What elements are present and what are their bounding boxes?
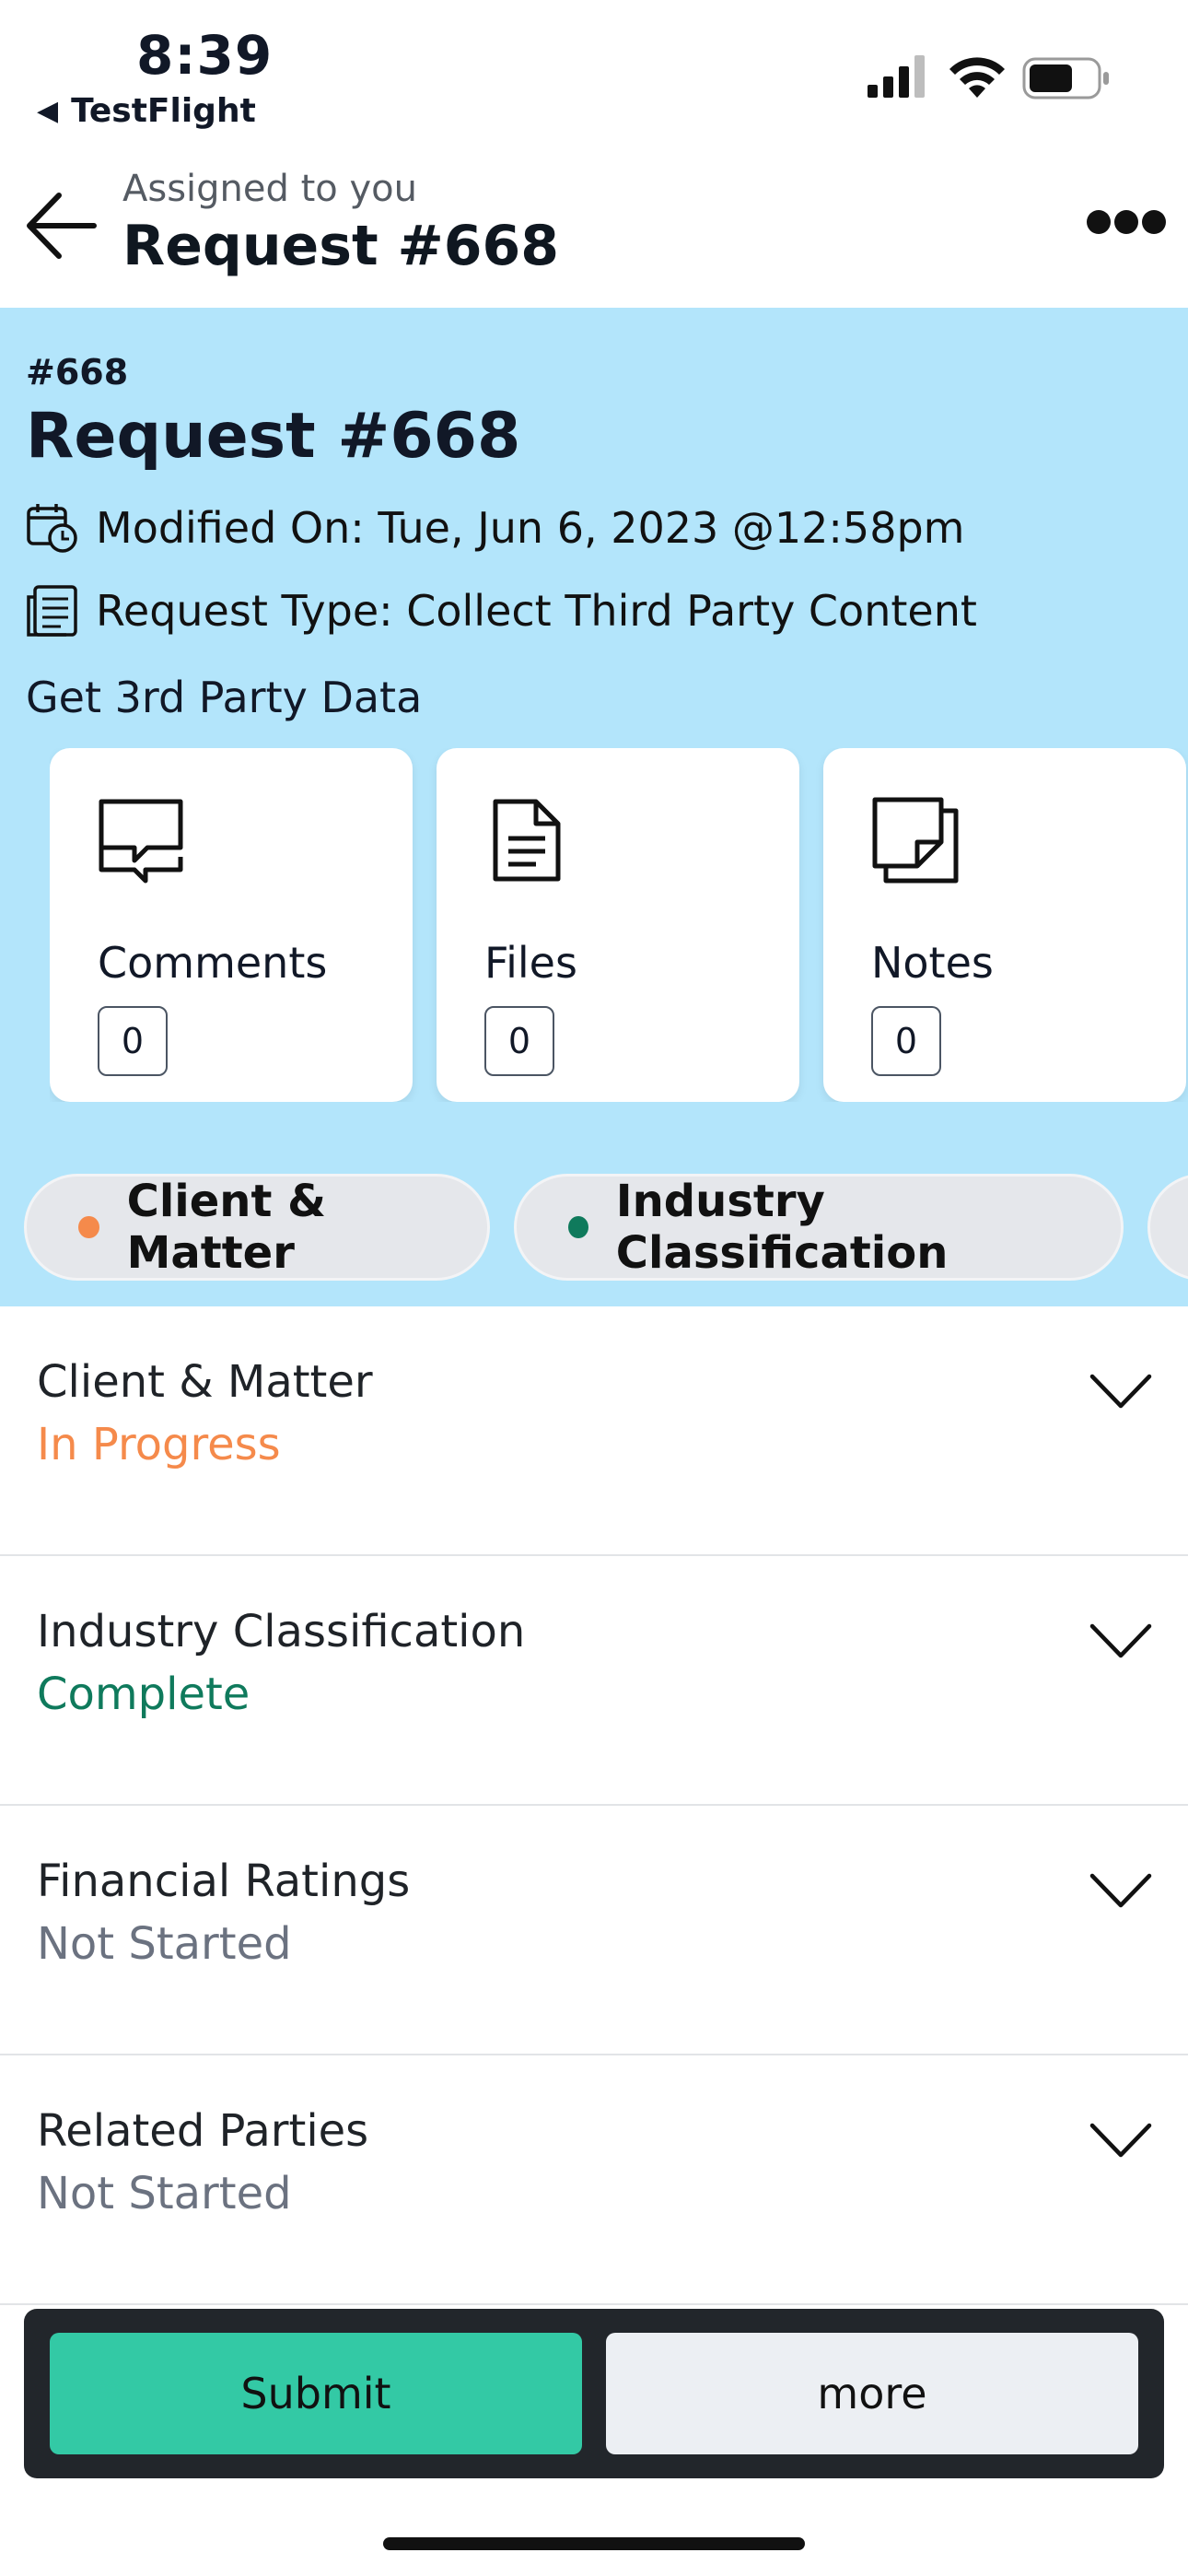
more-button[interactable]: more <box>606 2333 1138 2454</box>
request-type-row: Request Type: Collect Third Party Conten… <box>26 584 977 638</box>
comments-icon <box>99 799 183 884</box>
submit-button[interactable]: Submit <box>50 2333 582 2454</box>
battery-icon <box>1022 57 1109 100</box>
chevron-down-icon[interactable] <box>1089 1371 1153 1411</box>
chevron-down-icon[interactable] <box>1089 2120 1153 2160</box>
notes-label: Notes <box>871 938 994 988</box>
app-header: Assigned to you Request #668 <box>0 157 1188 308</box>
modified-text: Modified On: Tue, Jun 6, 2023 @12:58pm <box>96 503 965 553</box>
request-number: #668 <box>26 352 129 392</box>
file-icon <box>493 799 561 882</box>
comments-card[interactable]: Comments 0 <box>50 748 413 1102</box>
section-title: Financial Ratings <box>37 1856 411 1907</box>
status-dot <box>568 1216 588 1238</box>
chip-client-matter[interactable]: Client & Matter <box>24 1174 490 1281</box>
chip-overflow[interactable] <box>1147 1174 1188 1281</box>
chevron-down-icon[interactable] <box>1089 1870 1153 1911</box>
section-status: Complete <box>37 1669 250 1720</box>
section-status: Not Started <box>37 2168 292 2219</box>
section-chips: Client & Matter Industry Classification <box>0 1174 1188 1284</box>
document-list-icon <box>27 585 77 637</box>
home-indicator[interactable] <box>383 2537 805 2550</box>
section-status: Not Started <box>37 1918 292 1970</box>
calendar-clock-icon <box>27 504 77 553</box>
header-subtitle: Assigned to you <box>122 168 417 210</box>
section-industry-classification[interactable]: Industry Classification Complete <box>0 1556 1188 1806</box>
more-options-icon[interactable] <box>1085 208 1168 236</box>
files-label: Files <box>484 938 577 988</box>
action-bar: Submit more <box>24 2309 1164 2478</box>
notes-count: 0 <box>871 1006 941 1076</box>
back-arrow-icon[interactable] <box>20 184 103 267</box>
status-bar: 8:39 ◀ TestFlight <box>0 0 1188 157</box>
request-type-text: Request Type: Collect Third Party Conten… <box>96 586 977 636</box>
comments-label: Comments <box>98 938 328 988</box>
files-card[interactable]: Files 0 <box>437 748 799 1102</box>
section-title: Client & Matter <box>37 1356 373 1408</box>
status-dot <box>78 1216 99 1238</box>
section-related-parties[interactable]: Related Parties Not Started <box>0 2055 1188 2305</box>
chip-label: Client & Matter <box>126 1176 326 1279</box>
section-status: In Progress <box>37 1419 281 1470</box>
chevron-down-icon[interactable] <box>1089 1621 1153 1661</box>
notes-icon <box>872 797 959 884</box>
section-client-matter[interactable]: Client & Matter In Progress <box>0 1306 1188 1556</box>
summary-cards: Comments 0 Files 0 Notes 0 <box>50 748 1188 1102</box>
section-financial-ratings[interactable]: Financial Ratings Not Started <box>0 1806 1188 2055</box>
back-triangle-icon: ◀ <box>37 95 59 127</box>
comments-count: 0 <box>98 1006 168 1076</box>
notes-card[interactable]: Notes 0 <box>823 748 1186 1102</box>
request-title: Request #668 <box>26 400 521 473</box>
section-title: Related Parties <box>37 2105 369 2157</box>
files-count: 0 <box>484 1006 554 1076</box>
chip-label: Industry Classification <box>615 1176 949 1279</box>
page-title: Request #668 <box>122 214 560 278</box>
chip-industry-classification[interactable]: Industry Classification <box>514 1174 1124 1281</box>
cellular-signal-icon <box>868 55 925 98</box>
section-title: Industry Classification <box>37 1606 526 1657</box>
back-to-testflight[interactable]: ◀ TestFlight <box>37 92 256 130</box>
modified-row: Modified On: Tue, Jun 6, 2023 @12:58pm <box>26 501 964 555</box>
request-description: Get 3rd Party Data <box>26 673 423 722</box>
wifi-icon <box>949 57 1005 98</box>
status-time: 8:39 <box>136 24 274 87</box>
back-app-label: TestFlight <box>71 92 256 130</box>
request-banner: #668 Request #668 Modified On: Tue, Jun … <box>0 308 1188 1306</box>
